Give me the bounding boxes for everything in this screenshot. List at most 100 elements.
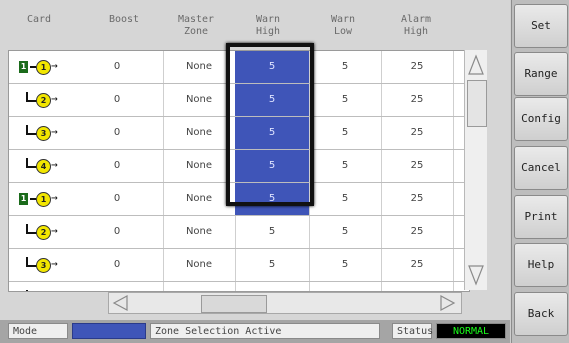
status-value: NORMAL xyxy=(436,323,506,339)
warn-low-cell[interactable]: 5 xyxy=(309,117,382,149)
vertical-scrollbar[interactable] xyxy=(464,50,487,290)
set-button[interactable]: Set xyxy=(514,4,568,48)
zone-marker-icon: 4 xyxy=(36,291,51,292)
scroll-right-arrow-icon[interactable] xyxy=(439,294,457,312)
column-header-line2: High xyxy=(255,26,281,37)
master-zone-cell[interactable]: None xyxy=(163,216,236,248)
boost-cell[interactable]: 0 xyxy=(71,117,164,149)
zone-marker-icon: 1 xyxy=(36,60,51,75)
mode-indicator xyxy=(72,323,146,339)
scroll-up-arrow-icon[interactable] xyxy=(467,52,485,78)
arrow-right-icon: → xyxy=(51,125,58,138)
horizontal-scrollbar[interactable] xyxy=(108,292,462,314)
warn-high-cell[interactable]: 5 xyxy=(235,183,310,215)
print-button[interactable]: Print xyxy=(514,195,568,239)
warn-low-cell[interactable]: 5 xyxy=(309,216,382,248)
arrow-right-icon: → xyxy=(51,257,58,270)
column-header-line1: Master xyxy=(177,14,215,25)
warn-high-cell[interactable]: 5 xyxy=(235,117,310,149)
warn-high-cell[interactable]: 5 xyxy=(235,282,310,291)
arrow-right-icon: → xyxy=(51,224,58,237)
vertical-scroll-thumb[interactable] xyxy=(467,80,487,127)
warn-high-cell[interactable]: 5 xyxy=(235,84,310,116)
table-row[interactable]: 1 1 → 0 None 5 5 25 xyxy=(9,51,469,84)
alarm-high-cell[interactable]: 25 xyxy=(381,117,454,149)
card-cell[interactable]: 2 → xyxy=(9,84,71,116)
card-cell[interactable]: 3 → xyxy=(9,117,71,149)
master-zone-cell[interactable]: None xyxy=(163,51,236,83)
boost-cell[interactable]: 0 xyxy=(71,150,164,182)
master-zone-cell[interactable]: None xyxy=(163,183,236,215)
master-zone-cell[interactable]: None xyxy=(163,282,236,291)
column-header-line2: High xyxy=(403,26,429,37)
warn-high-cell[interactable]: 5 xyxy=(235,249,310,281)
arrow-right-icon: → xyxy=(51,59,58,72)
column-header-line1: Boost xyxy=(108,14,140,25)
table-row[interactable]: 3 → 0 None 5 5 25 xyxy=(9,249,469,282)
alarm-high-cell[interactable]: 25 xyxy=(381,282,454,291)
card-cell[interactable]: 3 → xyxy=(9,249,71,281)
status-bar: Mode Zone Selection Active Status NORMAL xyxy=(0,320,510,343)
range-button[interactable]: Range xyxy=(514,52,568,96)
card-cell[interactable]: 2 → xyxy=(9,216,71,248)
column-header-line1: Warn xyxy=(255,14,281,25)
boost-cell[interactable]: 0 xyxy=(71,216,164,248)
column-header-line2: Zone xyxy=(183,26,209,37)
boost-cell[interactable]: 0 xyxy=(71,84,164,116)
zone-marker-icon: 3 xyxy=(36,126,51,141)
table-row[interactable]: 4→0None5525 xyxy=(9,282,469,292)
help-button[interactable]: Help xyxy=(514,243,568,287)
card-cell[interactable]: 4→ xyxy=(9,150,71,182)
table-row[interactable]: 3 → 0 None 5 5 25 xyxy=(9,117,469,150)
elbow-connector-icon xyxy=(26,290,38,291)
card-badge-icon: 1 xyxy=(19,193,28,205)
warn-low-cell[interactable]: 5 xyxy=(309,249,382,281)
warn-low-cell[interactable]: 5 xyxy=(309,183,382,215)
config-button[interactable]: Config xyxy=(514,97,568,141)
column-header-line1: Alarm xyxy=(400,14,432,25)
warn-low-cell[interactable]: 5 xyxy=(309,84,382,116)
alarm-high-cell[interactable]: 25 xyxy=(381,51,454,83)
boost-cell[interactable]: 0 xyxy=(71,249,164,281)
warn-low-cell[interactable]: 5 xyxy=(309,150,382,182)
master-zone-cell[interactable]: None xyxy=(163,150,236,182)
column-header-line2: Low xyxy=(333,26,353,37)
side-button-panel: Set Range Config Cancel Print Help Back xyxy=(511,0,569,343)
arrow-right-icon: → xyxy=(51,191,58,204)
card-cell[interactable]: 4→ xyxy=(9,282,71,292)
master-zone-cell[interactable]: None xyxy=(163,249,236,281)
boost-cell[interactable]: 0 xyxy=(71,51,164,83)
alarm-high-cell[interactable]: 25 xyxy=(381,183,454,215)
scroll-down-arrow-icon[interactable] xyxy=(467,262,485,288)
arrow-right-icon: → xyxy=(51,158,58,171)
cancel-button[interactable]: Cancel xyxy=(514,146,568,190)
warn-low-cell[interactable]: 5 xyxy=(309,51,382,83)
scroll-left-arrow-icon[interactable] xyxy=(111,294,129,312)
back-button[interactable]: Back xyxy=(514,292,568,336)
master-zone-cell[interactable]: None xyxy=(163,84,236,116)
zone-marker-icon: 2 xyxy=(36,225,51,240)
warn-high-cell[interactable]: 5 xyxy=(235,51,310,83)
boost-cell[interactable]: 0 xyxy=(71,183,164,215)
master-zone-cell[interactable]: None xyxy=(163,117,236,149)
card-cell[interactable]: 1 1 → xyxy=(9,51,71,83)
boost-cell[interactable]: 0 xyxy=(71,282,164,291)
table-row[interactable]: 1 1 → 0 None 5 5 25 xyxy=(9,183,469,216)
warn-high-cell[interactable]: 5 xyxy=(235,216,310,248)
table-row[interactable]: 2 → 0 None 5 5 25 xyxy=(9,216,469,249)
alarm-high-cell[interactable]: 25 xyxy=(381,249,454,281)
table-row[interactable]: 4→0None5525 xyxy=(9,150,469,183)
horizontal-scroll-thumb[interactable] xyxy=(201,295,267,313)
status-label: Status xyxy=(392,323,433,339)
warn-low-cell[interactable]: 5 xyxy=(309,282,382,291)
arrow-right-icon: → xyxy=(51,92,58,105)
alarm-high-cell[interactable]: 25 xyxy=(381,84,454,116)
alarm-high-cell[interactable]: 25 xyxy=(381,150,454,182)
table-row[interactable]: 2 → 0 None 5 5 25 xyxy=(9,84,469,117)
card-cell[interactable]: 1 1 → xyxy=(9,183,71,215)
zone-table[interactable]: 1 1 → 0 None 5 5 25 2 → 0 None 5 5 25 3 → 0 None 5 5 25 4 → 0 Non… xyxy=(8,50,470,292)
main-panel: Card Boost Master Zone Warn High Warn Low Alarm H… xyxy=(0,0,510,343)
warn-high-cell[interactable]: 5 xyxy=(235,150,310,182)
alarm-high-cell[interactable]: 25 xyxy=(381,216,454,248)
mode-label: Mode xyxy=(8,323,68,339)
